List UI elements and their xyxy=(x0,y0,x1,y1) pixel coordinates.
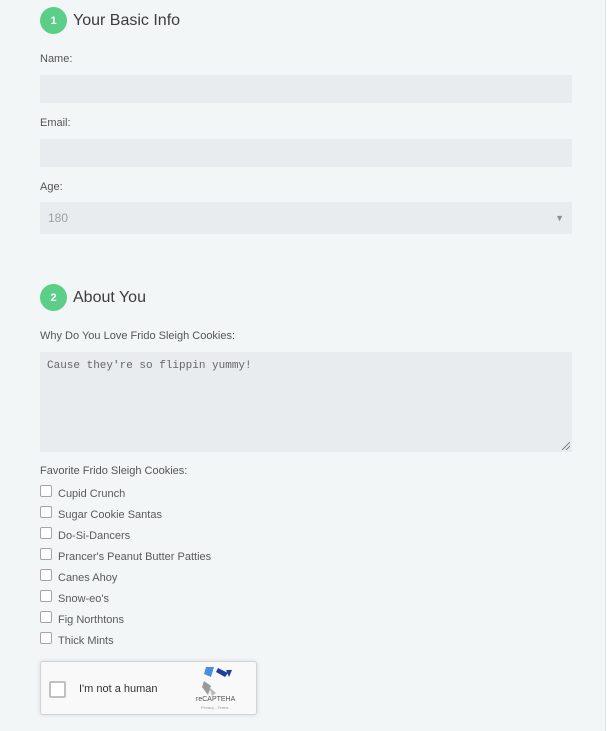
favorite-checkbox-row[interactable]: Sugar Cookie Santas xyxy=(40,506,162,521)
step-badge: 1 xyxy=(40,7,67,34)
section-title: Your Basic Info xyxy=(73,11,181,29)
checkbox[interactable] xyxy=(40,590,52,602)
favorite-checkbox-row[interactable]: Cupid Crunch xyxy=(40,485,126,500)
checkbox[interactable] xyxy=(40,527,52,539)
checkbox[interactable] xyxy=(40,569,52,581)
captcha-links[interactable]: Privacy - Terms xyxy=(201,705,228,710)
section-about-you-header: 2 About You xyxy=(40,284,146,311)
checkbox[interactable] xyxy=(40,506,52,518)
form-panel: 1 Your Basic Info Name: Email: Age: 180 … xyxy=(0,0,606,731)
checkbox-label: Fig Northtons xyxy=(58,614,125,626)
name-label: Name: xyxy=(40,53,73,65)
age-label: Age: xyxy=(40,181,63,193)
favorite-checkbox-row[interactable]: Fig Northtons xyxy=(40,611,125,626)
checkbox[interactable] xyxy=(40,548,52,560)
captcha-brand: reCAPTEHA xyxy=(196,696,236,703)
section-title: About You xyxy=(73,288,146,306)
why-label: Why Do You Love Frido Sleigh Cookies: xyxy=(40,330,236,342)
favorite-checkbox-row[interactable]: Snow-eo's xyxy=(40,590,110,605)
section-basic-info-header: 1 Your Basic Info xyxy=(40,7,180,34)
age-select[interactable]: 180 ▼ xyxy=(40,202,572,234)
checkbox-label: Do-Si-Dancers xyxy=(58,530,131,542)
favorite-checkbox-row[interactable]: Thick Mints xyxy=(40,632,114,647)
recaptcha-logo-icon xyxy=(202,667,232,696)
resize-handle-icon[interactable] xyxy=(562,442,570,450)
checkbox[interactable] xyxy=(40,632,52,644)
favorite-checkbox-row[interactable]: Do-Si-Dancers xyxy=(40,527,131,542)
checkbox-label: Canes Ahoy xyxy=(58,572,118,584)
why-text: Cause they're so flippin yummy! xyxy=(47,360,252,372)
checkbox-label: Cupid Crunch xyxy=(58,488,126,500)
checkbox[interactable] xyxy=(40,485,52,497)
step-badge: 2 xyxy=(40,284,67,311)
checkbox-label: Prancer's Peanut Butter Patties xyxy=(58,551,212,563)
checkbox-label: Sugar Cookie Santas xyxy=(58,509,162,521)
favorites-label: Favorite Frido Sleigh Cookies: xyxy=(40,465,188,477)
checkbox-label: Thick Mints xyxy=(58,635,114,647)
why-textarea[interactable]: Cause they're so flippin yummy! xyxy=(40,352,572,452)
checkbox-label: Snow-eo's xyxy=(58,593,110,605)
checkbox[interactable] xyxy=(40,611,52,623)
email-label: Email: xyxy=(40,117,71,129)
favorite-checkbox-row[interactable]: Prancer's Peanut Butter Patties xyxy=(40,548,212,563)
email-field[interactable] xyxy=(40,139,572,167)
name-field[interactable] xyxy=(40,75,572,103)
captcha-widget: I'm not a human reCAPTEHA Privacy - Term… xyxy=(40,661,257,715)
captcha-label: I'm not a human xyxy=(79,683,158,695)
chevron-down-icon: ▼ xyxy=(555,213,564,223)
age-select-value: 180 xyxy=(48,211,69,225)
captcha-checkbox[interactable] xyxy=(49,681,66,698)
favorite-checkbox-row[interactable]: Canes Ahoy xyxy=(40,569,118,584)
